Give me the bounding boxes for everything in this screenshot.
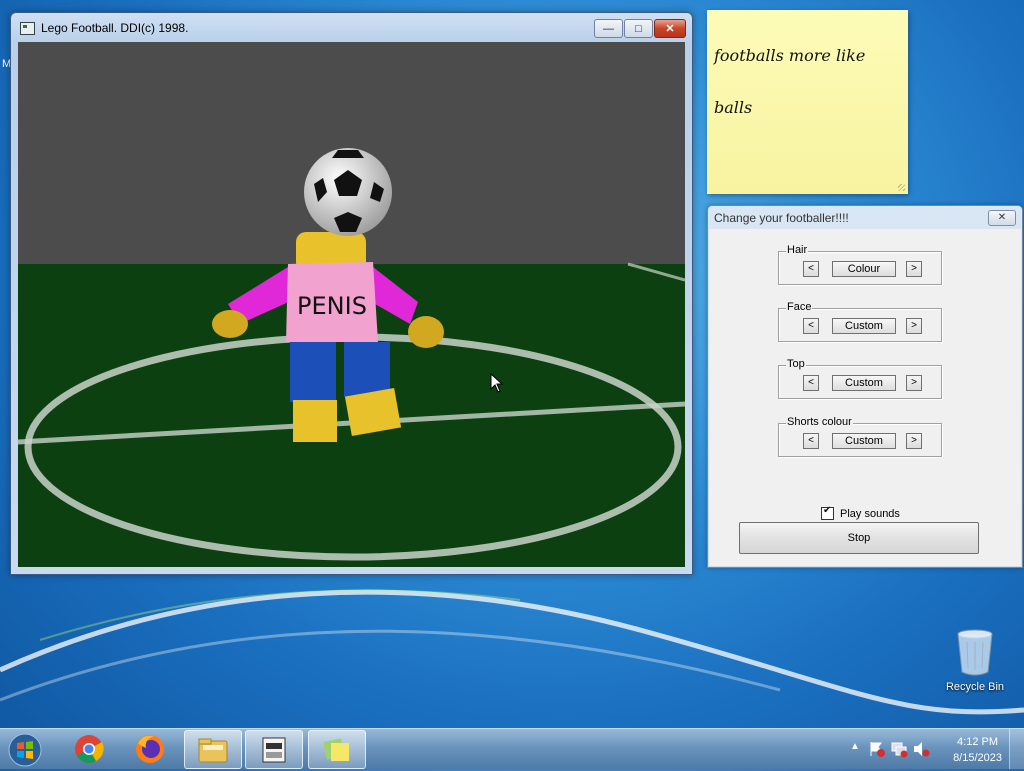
game-scene: PENIS bbox=[18, 42, 685, 567]
taskbar-firefox[interactable] bbox=[122, 730, 178, 767]
explorer-icon bbox=[198, 738, 228, 763]
maximize-button[interactable]: □ bbox=[624, 19, 653, 38]
minimize-icon: — bbox=[603, 22, 614, 35]
close-button[interactable]: ✕ bbox=[654, 19, 686, 38]
dialog-title: Change your footballer!!!! bbox=[714, 211, 849, 225]
shorts-prev-button[interactable]: < bbox=[803, 433, 819, 449]
wallpaper-swoosh bbox=[0, 589, 1024, 715]
group-label: Top bbox=[786, 358, 806, 371]
top-next-button[interactable]: > bbox=[906, 375, 922, 391]
mouse-cursor-icon bbox=[490, 373, 504, 393]
group-label: Shorts colour bbox=[786, 416, 853, 429]
minimize-button[interactable]: — bbox=[594, 19, 623, 38]
taskbar-chrome[interactable] bbox=[61, 730, 117, 767]
recycle-bin-icon bbox=[957, 629, 993, 676]
group-label: Hair bbox=[786, 244, 809, 257]
clock[interactable]: 4:12 PM 8/15/2023 bbox=[953, 734, 1002, 766]
maximize-icon: □ bbox=[635, 22, 642, 35]
top-prev-button[interactable]: < bbox=[803, 375, 819, 391]
resize-grip[interactable] bbox=[898, 184, 905, 191]
sticky-note[interactable]: footballs more like balls bbox=[707, 10, 908, 194]
action-center-flag-icon[interactable] bbox=[868, 740, 886, 758]
taskbar-sticky-notes[interactable] bbox=[308, 730, 366, 769]
hair-group: Hair < Colour > bbox=[778, 244, 942, 285]
recycle-bin[interactable]: Recycle Bin bbox=[940, 628, 1010, 693]
soccer-ball bbox=[304, 148, 392, 236]
show-desktop-button[interactable] bbox=[1009, 729, 1024, 769]
game-window-titlebar[interactable]: Lego Football. DDI(c) 1998. — □ ✕ bbox=[11, 13, 692, 41]
hair-next-button[interactable]: > bbox=[906, 261, 922, 277]
shorts-value-button[interactable]: Custom bbox=[832, 433, 896, 449]
chrome-icon bbox=[75, 735, 104, 763]
close-icon: ✕ bbox=[665, 23, 675, 35]
start-button[interactable] bbox=[6, 732, 44, 768]
dialog-client-area: Hair < Colour > Face < Custom > Top < Cu… bbox=[709, 229, 1021, 566]
window-title: Lego Football. DDI(c) 1998. bbox=[41, 21, 189, 35]
customize-footballer-dialog[interactable]: Change your footballer!!!! ✕ Hair < Colo… bbox=[707, 205, 1023, 568]
hair-value-button[interactable]: Colour bbox=[832, 261, 896, 277]
stop-button[interactable]: Stop bbox=[739, 522, 979, 554]
play-sounds-checkbox[interactable]: Play sounds bbox=[821, 505, 900, 520]
system-tray: ▲ 4:12 PM 8/15/2023 bbox=[834, 729, 1024, 769]
face-next-button[interactable]: > bbox=[906, 318, 922, 334]
clock-time: 4:12 PM bbox=[957, 736, 999, 748]
checkbox-checked-icon[interactable] bbox=[821, 505, 834, 520]
taskbar-lego-football[interactable] bbox=[245, 730, 303, 769]
clock-date: 8/15/2023 bbox=[953, 752, 1002, 764]
group-label: Face bbox=[786, 301, 813, 314]
face-group: Face < Custom > bbox=[778, 301, 942, 342]
network-icon[interactable] bbox=[890, 740, 908, 758]
taskbar: ▲ 4:12 PM 8/15/2023 bbox=[0, 728, 1024, 769]
app-icon bbox=[20, 22, 35, 35]
windows-logo-icon bbox=[8, 733, 42, 767]
sticky-notes-icon bbox=[323, 738, 349, 761]
shorts-next-button[interactable]: > bbox=[906, 433, 922, 449]
recycle-bin-label: Recycle Bin bbox=[945, 681, 1005, 693]
dialog-close-button[interactable]: ✕ bbox=[988, 210, 1016, 226]
shirt-text: PENIS bbox=[297, 292, 367, 320]
sticky-note-line[interactable]: footballs more like bbox=[714, 46, 865, 65]
play-sounds-label: Play sounds bbox=[840, 507, 900, 520]
top-value-button[interactable]: Custom bbox=[832, 375, 896, 391]
close-icon: ✕ bbox=[997, 212, 1007, 223]
lego-football-icon bbox=[262, 737, 286, 763]
volume-muted-icon[interactable] bbox=[912, 740, 930, 758]
game-window[interactable]: Lego Football. DDI(c) 1998. — □ ✕ PENIS bbox=[10, 12, 693, 575]
taskbar-explorer[interactable] bbox=[184, 730, 242, 769]
firefox-icon bbox=[136, 735, 164, 763]
show-hidden-icons-icon[interactable]: ▲ bbox=[850, 741, 860, 752]
game-viewport[interactable]: PENIS bbox=[18, 42, 685, 567]
hair-prev-button[interactable]: < bbox=[803, 261, 819, 277]
face-value-button[interactable]: Custom bbox=[832, 318, 896, 334]
face-prev-button[interactable]: < bbox=[803, 318, 819, 334]
sticky-note-line[interactable]: balls bbox=[714, 98, 752, 117]
shorts-colour-group: Shorts colour < Custom > bbox=[778, 416, 942, 457]
top-group: Top < Custom > bbox=[778, 358, 942, 399]
